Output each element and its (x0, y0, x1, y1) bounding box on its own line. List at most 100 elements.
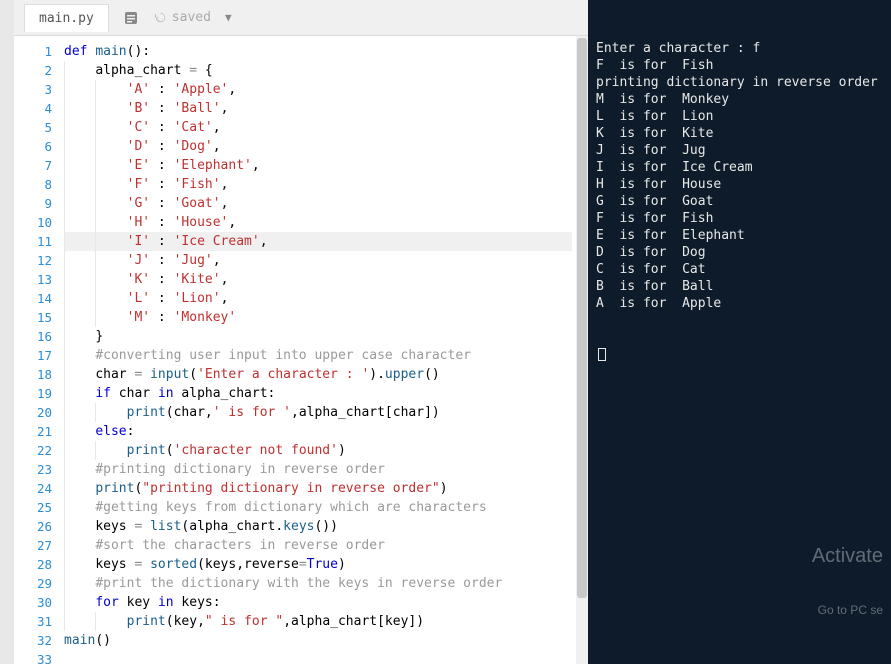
watermark-line2: Go to PC se (812, 603, 883, 619)
line-number: 7 (14, 156, 52, 175)
watermark-line1: Activate (812, 543, 883, 569)
terminal-panel[interactable]: Enter a character : fF is for Fishprinti… (588, 0, 891, 664)
line-number: 9 (14, 194, 52, 213)
terminal-line: H is for House (596, 176, 883, 193)
code-line[interactable]: 'J' : 'Jug', (64, 251, 572, 270)
line-number: 15 (14, 308, 52, 327)
code-line[interactable]: for key in keys: (64, 593, 572, 612)
code-line[interactable]: print('character not found') (64, 441, 572, 460)
line-number: 16 (14, 327, 52, 346)
line-number: 31 (14, 612, 52, 631)
vertical-scrollbar[interactable] (576, 36, 588, 664)
terminal-line: G is for Goat (596, 193, 883, 210)
line-number: 24 (14, 479, 52, 498)
terminal-line: L is for Lion (596, 108, 883, 125)
line-number: 8 (14, 175, 52, 194)
line-number: 20 (14, 403, 52, 422)
line-number: 23 (14, 460, 52, 479)
code-line[interactable]: 'E' : 'Elephant', (64, 156, 572, 175)
line-number: 29 (14, 574, 52, 593)
line-number: 13 (14, 270, 52, 289)
line-number: 18 (14, 365, 52, 384)
line-number: 26 (14, 517, 52, 536)
code-line[interactable]: keys = list(alpha_chart.keys()) (64, 517, 572, 536)
line-number: 33 (14, 650, 52, 664)
terminal-line: F is for Fish (596, 57, 883, 74)
code-line[interactable]: 'A' : 'Apple', (64, 80, 572, 99)
line-number: 11 (14, 232, 52, 251)
code-content[interactable]: def main(): alpha_chart = { 'A' : 'Apple… (60, 36, 576, 664)
code-line[interactable]: 'K' : 'Kite', (64, 270, 572, 289)
line-number: 25 (14, 498, 52, 517)
terminal-line: Enter a character : f (596, 40, 883, 57)
code-line[interactable]: char = input('Enter a character : ').upp… (64, 365, 572, 384)
line-number: 12 (14, 251, 52, 270)
chevron-down-icon[interactable]: ▼ (225, 11, 232, 24)
code-line[interactable]: 'D' : 'Dog', (64, 137, 572, 156)
code-line[interactable]: print(char,' is for ',alpha_chart[char]) (64, 403, 572, 422)
code-line[interactable] (64, 650, 572, 664)
line-number: 32 (14, 631, 52, 650)
line-number: 19 (14, 384, 52, 403)
line-number: 4 (14, 99, 52, 118)
code-line[interactable]: 'M' : 'Monkey' (64, 308, 572, 327)
terminal-line: D is for Dog (596, 244, 883, 261)
code-line[interactable]: print(key," is for ",alpha_chart[key]) (64, 612, 572, 631)
code-line[interactable]: } (64, 327, 572, 346)
code-line[interactable]: 'C' : 'Cat', (64, 118, 572, 137)
activate-windows-watermark: Activate Go to PC se (812, 509, 883, 652)
terminal-line: printing dictionary in reverse order (596, 74, 883, 91)
sidebar-gutter (0, 0, 14, 664)
code-line[interactable]: 'H' : 'House', (64, 213, 572, 232)
code-line[interactable]: print("printing dictionary in reverse or… (64, 479, 572, 498)
terminal-line: E is for Elephant (596, 227, 883, 244)
code-line[interactable]: 'I' : 'Ice Cream', (64, 232, 572, 251)
code-line[interactable]: 'F' : 'Fish', (64, 175, 572, 194)
code-line[interactable]: #getting keys from dictionary which are … (64, 498, 572, 517)
saved-indicator: saved (153, 10, 211, 25)
terminal-line: J is for Jug (596, 142, 883, 159)
code-line[interactable]: keys = sorted(keys,reverse=True) (64, 555, 572, 574)
saved-label: saved (172, 10, 211, 25)
terminal-line: B is for Ball (596, 278, 883, 295)
code-line[interactable]: else: (64, 422, 572, 441)
cursor-icon (598, 348, 606, 361)
line-number: 6 (14, 137, 52, 156)
line-number: 27 (14, 536, 52, 555)
code-line[interactable]: def main(): (64, 42, 572, 61)
terminal-prompt[interactable] (596, 346, 883, 363)
line-number: 28 (14, 555, 52, 574)
terminal-line: A is for Apple (596, 295, 883, 312)
line-number: 2 (14, 61, 52, 80)
editor-panel: main.py saved ▼ 123456789101112131415161… (14, 0, 588, 664)
code-line[interactable]: #converting user input into upper case c… (64, 346, 572, 365)
line-number: 22 (14, 441, 52, 460)
line-number: 1 (14, 42, 52, 61)
code-line[interactable]: 'B' : 'Ball', (64, 99, 572, 118)
code-line[interactable]: #print the dictionary with the keys in r… (64, 574, 572, 593)
code-area: 1234567891011121314151617181920212223242… (14, 36, 588, 664)
history-icon (153, 10, 168, 25)
code-line[interactable]: #sort the characters in reverse order (64, 536, 572, 555)
line-number: 10 (14, 213, 52, 232)
line-number-gutter: 1234567891011121314151617181920212223242… (14, 36, 60, 664)
line-number: 21 (14, 422, 52, 441)
line-number: 3 (14, 80, 52, 99)
terminal-line: C is for Cat (596, 261, 883, 278)
code-line[interactable]: main() (64, 631, 572, 650)
editor-header: main.py saved ▼ (14, 0, 588, 36)
code-line[interactable]: 'G' : 'Goat', (64, 194, 572, 213)
terminal-line: I is for Ice Cream (596, 159, 883, 176)
file-tab[interactable]: main.py (24, 4, 109, 32)
code-line[interactable]: #printing dictionary in reverse order (64, 460, 572, 479)
terminal-line: K is for Kite (596, 125, 883, 142)
list-icon[interactable] (123, 10, 139, 26)
line-number: 17 (14, 346, 52, 365)
code-line[interactable]: alpha_chart = { (64, 61, 572, 80)
terminal-line: M is for Monkey (596, 91, 883, 108)
code-line[interactable]: 'L' : 'Lion', (64, 289, 572, 308)
scroll-thumb[interactable] (577, 38, 587, 598)
line-number: 5 (14, 118, 52, 137)
code-line[interactable]: if char in alpha_chart: (64, 384, 572, 403)
line-number: 14 (14, 289, 52, 308)
